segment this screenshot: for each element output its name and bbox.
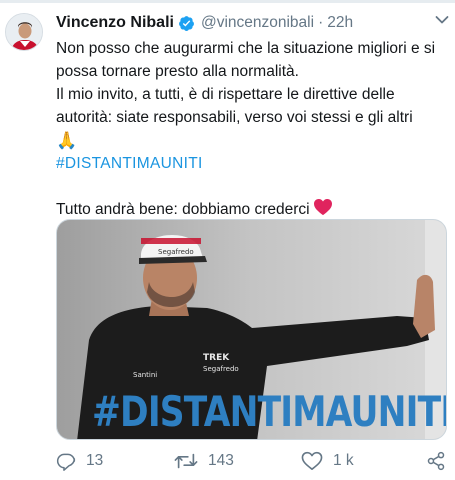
like-button[interactable]: 1 k bbox=[301, 448, 354, 474]
reply-button[interactable]: 13 bbox=[56, 448, 103, 474]
praying-hands-emoji: 🙏 bbox=[56, 131, 78, 150]
sleeve-brand: Santini bbox=[133, 371, 157, 379]
tweet-media-image[interactable]: Segafredo TREK Segafredo Santini #DISTAN… bbox=[56, 219, 447, 440]
tweet-timestamp[interactable]: 22h bbox=[327, 14, 353, 32]
avatar[interactable] bbox=[5, 13, 43, 51]
heart-icon bbox=[301, 451, 323, 470]
tweet-text-line: Non posso che augurarmi che la situazion… bbox=[56, 40, 436, 80]
closing-text: Tutto andrà bene: dobbiamo crederci bbox=[56, 201, 310, 218]
tweet-text-line: Il mio invito, a tutti, è di rispettare … bbox=[56, 83, 448, 129]
retweet-icon bbox=[174, 453, 198, 469]
tweet-actions: 13 143 1 k bbox=[56, 448, 448, 474]
header-separator: · bbox=[318, 14, 324, 31]
retweet-button[interactable]: 143 bbox=[174, 448, 234, 474]
hashtag-link[interactable]: #DISTANTIMAUNITI bbox=[56, 155, 203, 172]
jersey-sponsor: Segafredo bbox=[203, 365, 239, 373]
tweet-closing-line: Tutto andrà bene: dobbiamo crederci bbox=[56, 198, 448, 221]
cap-text: Segafredo bbox=[158, 248, 194, 256]
avatar-image bbox=[6, 14, 42, 50]
tweet-body: Non posso che augurarmi che la situazion… bbox=[56, 37, 448, 221]
share-icon bbox=[427, 451, 445, 471]
tweet-text-segment: Il mio invito, a tutti, è di rispettare … bbox=[56, 86, 413, 126]
reply-count: 13 bbox=[86, 452, 104, 469]
red-heart-icon bbox=[313, 198, 332, 216]
share-button[interactable] bbox=[426, 448, 446, 474]
reply-icon bbox=[56, 453, 76, 471]
chevron-down-icon[interactable] bbox=[435, 15, 449, 25]
like-count: 1 k bbox=[333, 452, 354, 469]
media-caption: #DISTANTIMAUNITI bbox=[92, 387, 447, 436]
verified-badge-icon bbox=[179, 15, 194, 31]
author-name[interactable]: Vincenzo Nibali bbox=[56, 14, 174, 32]
top-divider bbox=[0, 0, 455, 3]
jersey-brand: TREK bbox=[203, 353, 230, 363]
tweet-header: Vincenzo Nibali @vincenzonibali · 22h bbox=[56, 12, 445, 34]
author-handle[interactable]: @vincenzonibali bbox=[201, 14, 314, 32]
retweet-count: 143 bbox=[208, 452, 234, 469]
